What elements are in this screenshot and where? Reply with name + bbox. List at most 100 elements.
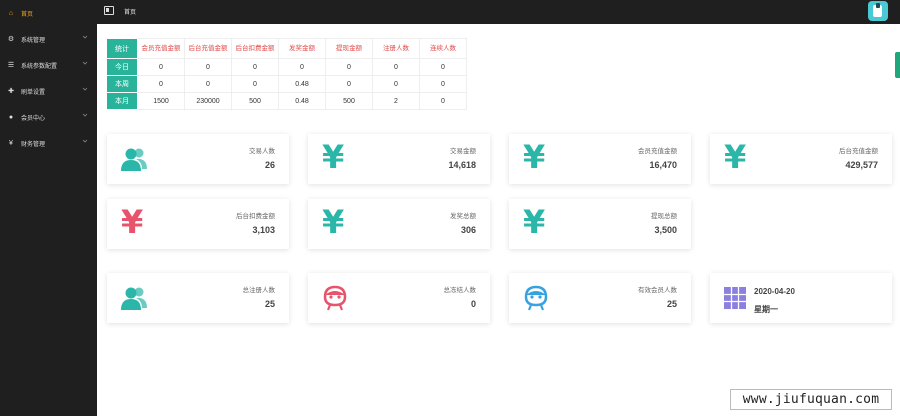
yen-icon: ¥ [9, 139, 13, 147]
chevron-down-icon [82, 113, 88, 117]
tab-home[interactable]: 首页 [124, 7, 136, 16]
gear-icon: ⚙ [7, 36, 15, 43]
row-header: 本周 [106, 75, 138, 93]
card-label: 提现总额 [651, 213, 677, 220]
card-label: 后台充值金额 [839, 148, 878, 155]
card-value: 0 [470, 299, 476, 309]
sidebar-item-brush[interactable]: ✚ 刷单设置 [0, 79, 97, 103]
column-header: 后台扣费金额 [231, 38, 279, 59]
face-icon [524, 285, 548, 311]
stat-card-admin-deduction[interactable]: ¥ 后台扣费金额 3,103 [107, 199, 289, 249]
current-weekday: 星期一 [754, 305, 778, 314]
side-handle[interactable] [895, 52, 900, 78]
stat-card-prize-total[interactable]: ¥ 发奖总额 306 [308, 199, 490, 249]
card-value: 429,577 [845, 160, 878, 170]
yen-icon: ¥ [322, 138, 345, 176]
sidebar-item-label: 首页 [21, 11, 34, 18]
table-cell: 0.48 [278, 92, 326, 110]
card-value: 14,618 [448, 160, 476, 170]
sidebar-item-label: 系统参数配置 [21, 63, 58, 70]
avatar[interactable] [868, 1, 888, 21]
column-header: 发奖金额 [278, 38, 326, 59]
card-value: 3,103 [252, 225, 275, 235]
table-cell: 2 [372, 92, 420, 110]
stat-card-withdraw-total[interactable]: ¥ 提现总额 3,500 [509, 199, 691, 249]
menu-toggle-icon[interactable] [104, 6, 114, 15]
calendar-icon [724, 287, 746, 309]
card-value: 3,500 [654, 225, 677, 235]
home-icon: ⌂ [8, 9, 14, 17]
sidebar-item-system[interactable]: ⚙ 系统管理 [0, 27, 97, 51]
table-cell: 0.48 [278, 75, 326, 93]
table-row: 本月 1500 230000 500 0.48 500 2 0 [106, 92, 467, 110]
card-label: 有效会员人数 [638, 287, 677, 294]
table-cell: 230000 [184, 92, 232, 110]
card-label: 发奖总额 [450, 213, 476, 220]
yen-icon: ¥ [724, 138, 747, 176]
table-cell: 0 [278, 58, 326, 76]
column-header: 注册人数 [372, 38, 420, 59]
stat-card-trade-amount[interactable]: ¥ 交易金额 14,618 [308, 134, 490, 184]
yen-icon: ¥ [121, 203, 144, 241]
chevron-down-icon [82, 139, 88, 143]
chevron-down-icon [82, 87, 88, 91]
column-header: 会员充值金额 [137, 38, 185, 59]
card-value: 16,470 [649, 160, 677, 170]
chevron-down-icon [82, 61, 88, 65]
column-header: 提现金额 [325, 38, 373, 59]
yen-icon: ¥ [523, 138, 546, 176]
list-icon: ☰ [7, 62, 15, 69]
card-label: 会员充值金额 [638, 148, 677, 155]
table-cell: 0 [419, 75, 467, 93]
table-cell: 0 [419, 92, 467, 110]
card-label: 交易金额 [450, 148, 476, 155]
table-cell: 0 [372, 75, 420, 93]
date-card: 2020-04-20 星期一 [710, 273, 892, 323]
stat-card-member-recharge[interactable]: ¥ 会员充值金额 16,470 [509, 134, 691, 184]
card-label: 交易人数 [249, 148, 275, 155]
table-cell: 0 [231, 58, 279, 76]
table-cell: 1500 [137, 92, 185, 110]
column-header: 后台充值金额 [184, 38, 232, 59]
users-icon [121, 148, 147, 171]
card-label: 后台扣费金额 [236, 213, 275, 220]
stat-card-traders[interactable]: 交易人数 26 [107, 134, 289, 184]
stat-card-active-members[interactable]: 有效会员人数 25 [509, 273, 691, 323]
plus-icon: ✚ [8, 88, 14, 95]
stat-card-total-frozen[interactable]: 总冻结人数 0 [308, 273, 490, 323]
topbar: 首页 [97, 0, 900, 24]
table-row: 今日 0 0 0 0 0 0 0 [106, 58, 467, 76]
stat-card-total-registered[interactable]: 总注册人数 25 [107, 273, 289, 323]
face-icon [323, 285, 347, 311]
sidebar-item-label: 系统管理 [21, 37, 46, 44]
card-label: 总注册人数 [242, 287, 276, 294]
table-cell: 0 [325, 75, 373, 93]
card-label: 总冻结人数 [443, 287, 477, 294]
users-icon [121, 287, 147, 310]
stat-card-admin-recharge[interactable]: ¥ 后台充值金额 429,577 [710, 134, 892, 184]
sidebar-item-home[interactable]: ⌂ 首页 [0, 1, 97, 25]
sidebar-item-members[interactable]: ● 会员中心 [0, 105, 97, 129]
table-cell: 0 [137, 75, 185, 93]
watermark: www.jiufuquan.com [730, 389, 892, 410]
user-icon: ● [8, 113, 14, 121]
sidebar: ⌂ 首页 ⚙ 系统管理 ☰ 系统参数配置 ✚ 刷单设置 ● 会员中心 ¥ 财务管… [0, 0, 97, 416]
table-corner: 统计 [106, 38, 138, 59]
sidebar-item-finance[interactable]: ¥ 财务管理 [0, 131, 97, 155]
sidebar-item-label: 会员中心 [21, 115, 46, 122]
table-cell: 0 [231, 75, 279, 93]
table-cell: 0 [419, 58, 467, 76]
sidebar-item-params[interactable]: ☰ 系统参数配置 [0, 53, 97, 77]
table-header-row: 统计 会员充值金额 后台充值金额 后台扣费金额 发奖金额 提现金额 注册人数 连… [106, 38, 467, 59]
sidebar-item-label: 财务管理 [21, 141, 46, 148]
column-header: 连续人数 [419, 38, 467, 59]
card-value: 26 [264, 160, 275, 170]
table-cell: 0 [137, 58, 185, 76]
table-cell: 500 [325, 92, 373, 110]
current-date: 2020-04-20 [754, 287, 795, 296]
table-cell: 0 [184, 75, 232, 93]
table-cell: 0 [184, 58, 232, 76]
sidebar-item-label: 刷单设置 [21, 89, 46, 96]
table-cell: 0 [325, 58, 373, 76]
card-value: 25 [666, 299, 677, 309]
